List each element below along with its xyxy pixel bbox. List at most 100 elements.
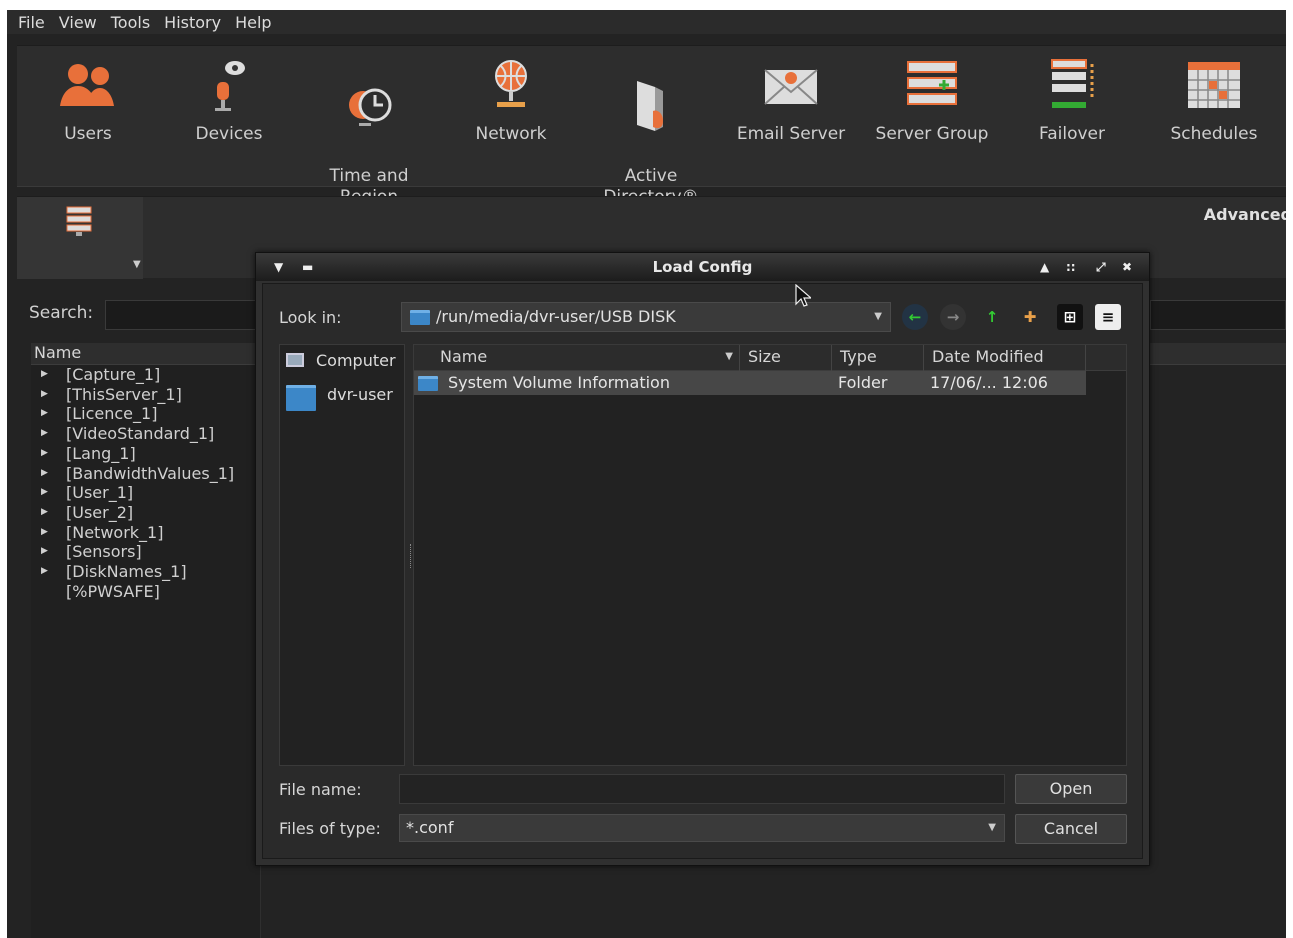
tree-node[interactable]: ▶ [ThisServer_1] — [31, 385, 260, 405]
file-name-input[interactable] — [399, 774, 1005, 804]
list-view-icon[interactable]: ⊞ — [1057, 304, 1083, 330]
expand-arrow-icon[interactable]: ▶ — [41, 365, 48, 385]
config-selector[interactable]: ▼ — [17, 197, 143, 279]
settings-toolbar: Users Devices Time and Region Network Ac… — [17, 45, 1286, 207]
tree-node[interactable]: [%PWSAFE] — [31, 582, 260, 602]
tree-node[interactable]: ▶ [User_1] — [31, 483, 260, 503]
look-in-combo[interactable]: /run/media/dvr-user/USB DISK ▼ — [401, 302, 891, 332]
search-label: Search: — [29, 303, 94, 323]
column-size[interactable]: Size — [740, 345, 832, 371]
files-of-type-label: Files of type: — [279, 819, 381, 838]
menu-history[interactable]: History — [157, 13, 228, 32]
menu-file[interactable]: File — [11, 13, 52, 32]
file-type: Folder — [838, 373, 888, 392]
expand-arrow-icon[interactable]: ▶ — [41, 424, 48, 444]
config-tree: ▶ [Capture_1] ▶ [ThisServer_1] ▶ [Licence_1… — [31, 365, 261, 938]
email-icon — [764, 69, 818, 105]
schedules-label: Schedules — [1170, 124, 1258, 144]
schedules-button[interactable]: Schedules — [1154, 54, 1274, 145]
right-table-header — [1150, 343, 1286, 365]
expand-arrow-icon[interactable]: ▶ — [41, 523, 48, 543]
failover-label: Failover — [1039, 124, 1105, 144]
places-sidebar: Computer dvr-user — [279, 344, 405, 766]
failover-icon — [1051, 59, 1094, 108]
tree-node[interactable]: ▶ [Capture_1] — [31, 365, 260, 385]
tree-node[interactable]: ▶ [VideoStandard_1] — [31, 424, 260, 444]
new-folder-icon[interactable]: ✚ — [1017, 304, 1043, 330]
maximize-icon[interactable]: ⤢ — [1096, 253, 1106, 281]
tree-header-name[interactable]: Name — [31, 343, 261, 365]
server-icon — [66, 206, 92, 236]
tree-node[interactable]: ▶ [User_2] — [31, 503, 260, 523]
devices-button[interactable]: Devices — [169, 54, 289, 145]
devices-icon — [215, 61, 245, 111]
tree-node[interactable]: ▶ [DiskNames_1] — [31, 562, 260, 582]
failover-button[interactable]: Failover — [1012, 54, 1132, 145]
file-modified: 17/06/... 12:06 — [930, 373, 1048, 392]
email-server-label: Email Server — [736, 124, 846, 144]
files-of-type-value: *.conf — [406, 818, 454, 837]
open-button[interactable]: Open — [1015, 774, 1127, 804]
file-name-label: File name: — [279, 780, 362, 799]
time-region-button[interactable]: Time and Region — [309, 54, 429, 208]
window-menu-icon[interactable]: ▼ — [274, 253, 283, 281]
dialog-title: Load Config — [652, 258, 753, 276]
dialog-body: Look in: /run/media/dvr-user/USB DISK ▼ … — [262, 283, 1143, 859]
folder-icon — [286, 385, 316, 411]
folder-icon — [410, 310, 430, 325]
server-group-button[interactable]: Server Group — [872, 54, 992, 145]
column-date-modified[interactable]: Date Modified — [924, 345, 1086, 371]
devices-label: Devices — [195, 124, 263, 144]
files-of-type-combo[interactable]: *.conf ▼ — [399, 814, 1005, 842]
file-name: System Volume Information — [448, 373, 670, 392]
folder-icon — [418, 376, 438, 391]
cancel-button[interactable]: Cancel — [1015, 814, 1127, 844]
menu-help[interactable]: Help — [228, 13, 278, 32]
server-group-label: Server Group — [875, 124, 989, 144]
shade-icon[interactable]: ▬ — [302, 253, 313, 281]
file-row[interactable]: System Volume Information Folder 17/06/.… — [414, 371, 1086, 395]
forward-icon[interactable]: → — [940, 304, 966, 330]
email-server-button[interactable]: Email Server — [731, 54, 851, 145]
expand-arrow-icon[interactable]: ▶ — [41, 444, 48, 464]
column-name[interactable]: Name ▼ — [432, 345, 740, 371]
mouse-cursor-icon — [795, 284, 811, 307]
computer-icon — [286, 353, 304, 367]
dialog-titlebar[interactable]: ▼ ▬ Load Config ▲ :: ⤢ ✖ — [256, 253, 1149, 281]
menu-view[interactable]: View — [52, 13, 104, 32]
network-button[interactable]: Network — [451, 54, 571, 145]
server-group-icon — [907, 61, 957, 105]
expand-arrow-icon[interactable]: ▶ — [41, 483, 48, 503]
active-directory-button[interactable]: Active Directory® — [591, 54, 711, 208]
sticky-icon[interactable]: :: — [1066, 253, 1076, 281]
users-button[interactable]: Users — [28, 54, 148, 145]
detail-view-icon[interactable]: ≡ — [1095, 304, 1121, 330]
close-icon[interactable]: ✖ — [1122, 253, 1132, 281]
menu-tools[interactable]: Tools — [104, 13, 157, 32]
dropdown-arrow-icon: ▼ — [133, 259, 141, 270]
expand-arrow-icon[interactable]: ▶ — [41, 385, 48, 405]
network-label: Network — [475, 124, 547, 144]
tree-node[interactable]: ▶ [Licence_1] — [31, 404, 260, 424]
tree-node[interactable]: ▶ [BandwidthValues_1] — [31, 464, 260, 484]
expand-arrow-icon[interactable]: ▶ — [41, 562, 48, 582]
schedules-icon — [1188, 62, 1240, 108]
menu-bar: File View Tools History Help — [7, 10, 1286, 34]
search-input[interactable] — [105, 300, 265, 330]
users-icon — [60, 64, 114, 106]
up-icon[interactable]: ↑ — [979, 304, 1005, 330]
expand-arrow-icon[interactable]: ▶ — [41, 542, 48, 562]
minimize-icon[interactable]: ▲ — [1040, 253, 1049, 281]
expand-arrow-icon[interactable]: ▶ — [41, 503, 48, 523]
expand-arrow-icon[interactable]: ▶ — [41, 404, 48, 424]
tree-node[interactable]: ▶ [Network_1] — [31, 523, 260, 543]
tree-node[interactable]: ▶ [Sensors] — [31, 542, 260, 562]
expand-arrow-icon[interactable]: ▶ — [41, 464, 48, 484]
back-icon[interactable]: ← — [902, 304, 928, 330]
column-type[interactable]: Type — [832, 345, 924, 371]
advanced-label[interactable]: Advanced — [1204, 205, 1286, 224]
search-input-right[interactable] — [1150, 300, 1286, 330]
file-list: Name ▼ Size Type Date Modified System Vol… — [413, 344, 1127, 766]
sort-arrow-icon: ▼ — [725, 351, 733, 362]
tree-node[interactable]: ▶ [Lang_1] — [31, 444, 260, 464]
